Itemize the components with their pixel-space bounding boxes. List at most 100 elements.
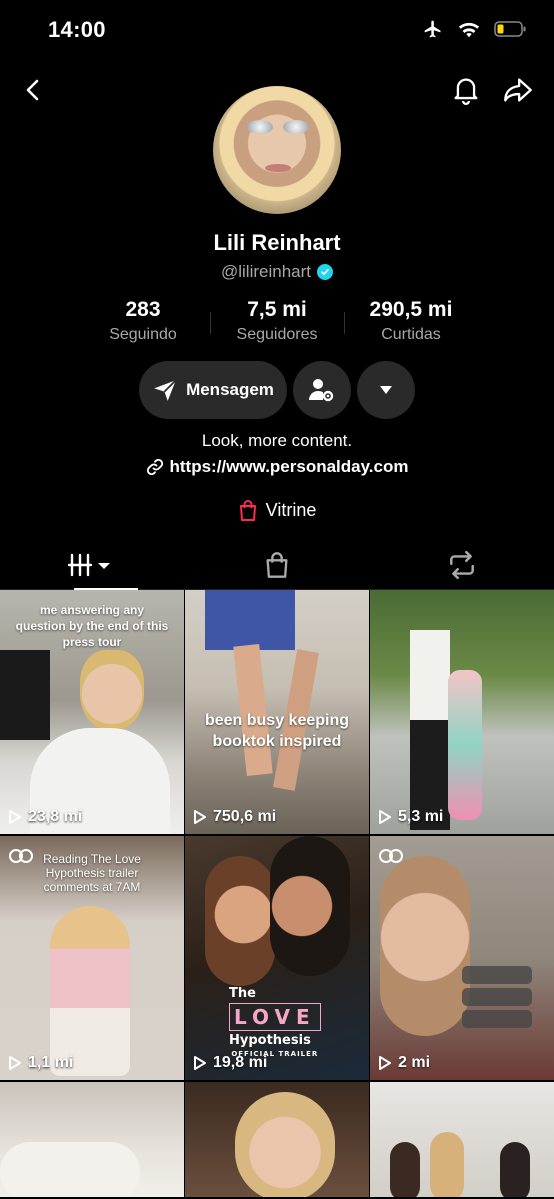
- bio-text: Look, more content.: [201, 431, 353, 450]
- view-count: 23,8 mi: [8, 808, 82, 826]
- view-count-text: 5,3 mi: [398, 808, 444, 825]
- link-icon: [146, 458, 163, 476]
- grid-icon: [68, 553, 111, 576]
- view-count: 750,6 mi: [193, 808, 276, 826]
- movie-title-sub: Hypothesis: [229, 1033, 311, 1048]
- shop-link[interactable]: Vitrine: [0, 499, 554, 521]
- status-time: 14:00: [48, 17, 106, 42]
- thumbnail-detail: [235, 1092, 335, 1197]
- stat-value: 7,5 mi: [247, 298, 307, 321]
- stat-value: 283: [125, 298, 161, 321]
- share-icon: [504, 78, 532, 102]
- friends-settings-button[interactable]: [293, 361, 351, 419]
- thumbnail-detail: [0, 650, 50, 740]
- play-icon: [9, 810, 21, 824]
- stat-likes[interactable]: 290,5 mi Curtidas: [345, 298, 478, 344]
- avatar-detail: [247, 120, 273, 134]
- play-icon: [379, 1056, 391, 1070]
- thumbnail-detail: [500, 1142, 530, 1197]
- user-settings-icon: [309, 379, 334, 402]
- video-tile[interactable]: The LOVE Hypothesis OFFICIAL TRAILER 19,…: [185, 836, 369, 1080]
- thumbnail-detail: [462, 1010, 532, 1028]
- video-grid: me answering any question by the end of …: [0, 590, 554, 1197]
- status-icons: [422, 19, 526, 39]
- send-icon: [154, 379, 177, 401]
- play-icon: [379, 810, 391, 824]
- stat-value: 290,5 mi: [369, 298, 453, 321]
- status-bar: 14:00: [0, 0, 554, 60]
- video-caption: me answering any question by the end of …: [15, 603, 169, 649]
- video-tile[interactable]: [0, 1082, 184, 1197]
- video-tile[interactable]: 2 mi: [370, 836, 554, 1080]
- play-icon: [9, 1056, 21, 1070]
- video-tile[interactable]: [370, 1082, 554, 1197]
- message-button-label: Mensagem: [186, 380, 274, 399]
- thumbnail-detail: [430, 1132, 464, 1197]
- handle-row: @lilireinhart: [0, 262, 554, 282]
- thumbnail-detail: [270, 836, 350, 976]
- video-tile[interactable]: 5,3 mi: [370, 590, 554, 834]
- stat-label: Seguidores: [236, 326, 318, 343]
- video-tile[interactable]: [185, 1082, 369, 1197]
- thumbnail-detail: [205, 590, 295, 650]
- movie-title-prefix: The: [229, 986, 256, 1001]
- avatar-detail: [283, 120, 309, 134]
- movie-title-main: LOVE: [229, 1003, 321, 1031]
- view-count-text: 19,8 mi: [213, 1054, 268, 1071]
- shopping-bag-icon: [266, 551, 288, 578]
- thumbnail-detail: [80, 650, 144, 730]
- display-name: Lili Reinhart: [213, 230, 341, 255]
- thumbnail-detail: [462, 966, 532, 984]
- profile-stats: 283 Seguindo 7,5 mi Seguidores 290,5 mi …: [0, 298, 554, 344]
- view-count: 19,8 mi: [193, 1054, 267, 1072]
- view-count: 5,3 mi: [378, 808, 443, 826]
- video-caption: Reading The Love Hypothesis trailer comm…: [43, 852, 141, 894]
- video-tile[interactable]: been busy keeping booktok inspired 750,6…: [185, 590, 369, 834]
- bio-link[interactable]: https://www.personalday.com: [0, 457, 554, 477]
- repost-icon: [449, 550, 474, 579]
- view-count-text: 1,1 mi: [28, 1054, 74, 1071]
- profile-actions: Mensagem: [0, 361, 554, 419]
- battery-icon: [494, 21, 526, 37]
- stat-label: Seguindo: [109, 326, 177, 343]
- carousel-icon: [379, 849, 403, 863]
- play-icon: [194, 810, 206, 824]
- stat-followers[interactable]: 7,5 mi Seguidores: [211, 298, 344, 344]
- thumbnail-detail: [0, 1142, 140, 1197]
- notifications-button[interactable]: [446, 70, 486, 110]
- video-tile[interactable]: Reading The Love Hypothesis trailer comm…: [0, 836, 184, 1080]
- bio-link-text: https://www.personalday.com: [169, 457, 409, 476]
- carousel-indicator: [378, 848, 406, 869]
- message-button[interactable]: Mensagem: [139, 361, 287, 419]
- stat-following[interactable]: 283 Seguindo: [77, 298, 210, 344]
- shop-label: Vitrine: [265, 499, 317, 520]
- tab-reposts[interactable]: [369, 540, 554, 589]
- back-icon: [26, 79, 39, 101]
- thumbnail-detail: [448, 670, 482, 820]
- view-count: 2 mi: [378, 1054, 430, 1072]
- verified-badge-icon: [317, 264, 333, 280]
- bell-icon: [454, 78, 478, 105]
- view-count-text: 750,6 mi: [213, 808, 277, 825]
- wifi-icon: [458, 22, 480, 38]
- view-count-text: 2 mi: [398, 1054, 431, 1071]
- share-button[interactable]: [498, 70, 538, 110]
- airplane-icon: [424, 20, 441, 38]
- back-button[interactable]: [14, 70, 54, 110]
- username: @lilireinhart: [220, 262, 311, 281]
- more-options-button[interactable]: [357, 361, 415, 419]
- movie-title-overlay: The LOVE Hypothesis OFFICIAL TRAILER: [229, 986, 321, 1058]
- avatar[interactable]: [213, 86, 341, 214]
- thumbnail-detail: [380, 856, 470, 1036]
- play-icon: [194, 1056, 206, 1070]
- tab-videos[interactable]: [0, 540, 185, 590]
- tab-shop[interactable]: [185, 540, 370, 589]
- thumbnail-detail: [410, 630, 450, 830]
- view-count: 1,1 mi: [8, 1054, 73, 1072]
- stat-label: Curtidas: [381, 326, 441, 343]
- shopping-bag-icon: [239, 500, 256, 521]
- profile-tabs: [0, 540, 554, 590]
- video-tile[interactable]: me answering any question by the end of …: [0, 590, 184, 834]
- avatar-detail: [265, 164, 291, 172]
- view-count-text: 23,8 mi: [28, 808, 83, 825]
